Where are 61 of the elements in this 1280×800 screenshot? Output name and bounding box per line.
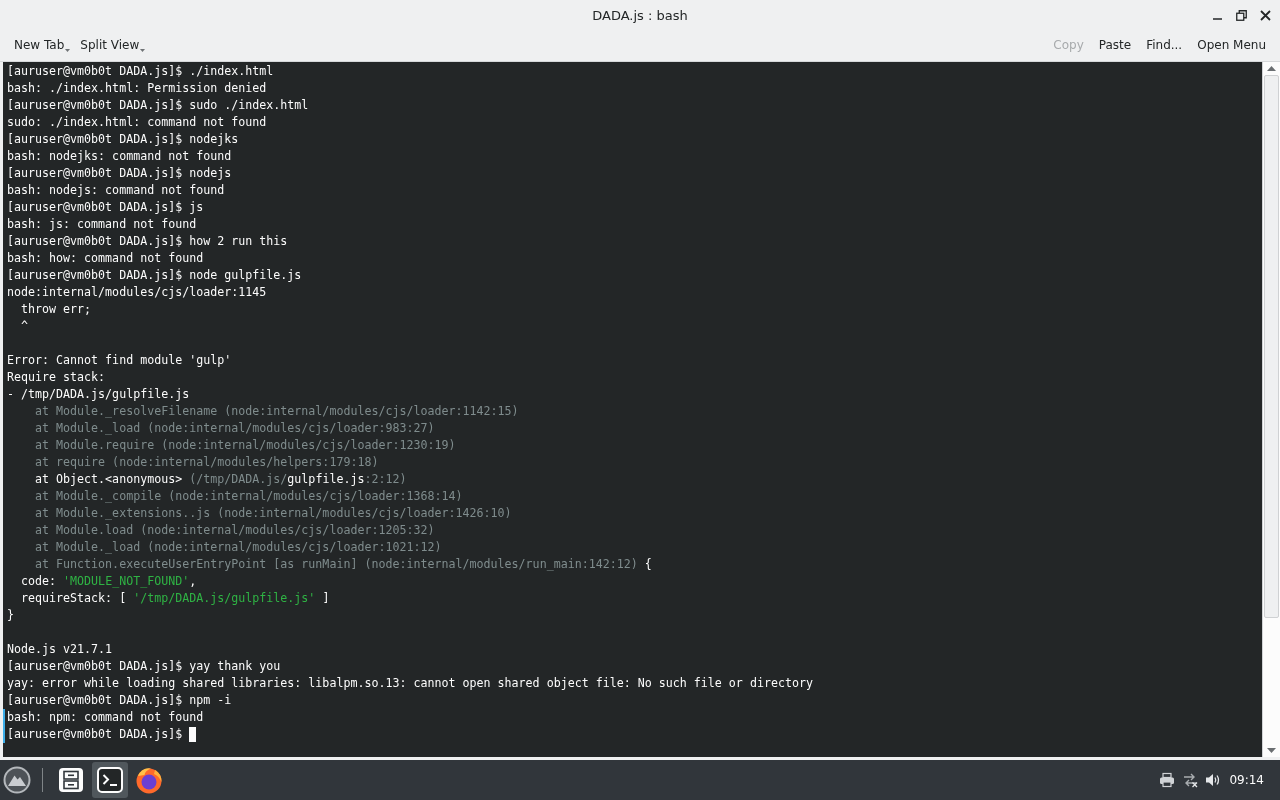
mountain-icon[interactable]: [3, 766, 31, 794]
printer-icon[interactable]: [1159, 772, 1176, 788]
scrollbar[interactable]: [1262, 62, 1280, 757]
terminal-line: [auruser@vm0b0t DADA.js]$ js: [7, 199, 204, 216]
toolbar-button[interactable]: Paste: [1094, 35, 1136, 56]
terminal-line: at Module.load (node:internal/modules/cjs/loader:1205:32): [34, 522, 435, 539]
toolbar-button[interactable]: New Tab: [10, 35, 75, 56]
terminal-line: sudo: ./index.html: command not found: [7, 114, 267, 131]
terminal-line: Error: Cannot find module 'gulp': [7, 352, 232, 369]
terminal-line: [auruser@vm0b0t DADA.js]$ nodejs: [7, 165, 232, 182]
scrollbar-thumb[interactable]: [1264, 75, 1279, 618]
toolbar-button[interactable]: Split View: [76, 35, 150, 56]
terminal-icon: [96, 766, 124, 794]
terminal-line: at Module.require (node:internal/modules/cjs/loader:1230:19): [34, 437, 456, 454]
margin-marker: [3, 709, 5, 743]
terminal-line: [auruser@vm0b0t DADA.js]$ npm -i: [7, 692, 232, 709]
clock[interactable]: 09:14: [1229, 773, 1264, 787]
terminal-line: Require stack:: [7, 369, 106, 386]
terminal-line: [auruser@vm0b0t DADA.js]$ nodejks: [7, 131, 239, 148]
terminal-line: bash: nodejs: command not found: [7, 182, 225, 199]
scroll-down-icon[interactable]: [1267, 748, 1276, 753]
terminal-line: bash: ./index.html: Permission denied: [7, 80, 267, 97]
toolbar-button[interactable]: Find...: [1142, 35, 1187, 56]
terminal-line: - /tmp/DADA.js/gulpfile.js: [7, 386, 190, 403]
terminal-line: [auruser@vm0b0t DADA.js]$ how 2 run this: [7, 233, 288, 250]
terminal-line: }: [7, 607, 14, 624]
toolbar-button[interactable]: Open Menu: [1193, 35, 1270, 56]
window-title: DADA.js : bash: [592, 7, 688, 23]
terminal-line: [auruser@vm0b0t DADA.js]$: [7, 726, 183, 743]
terminal-line: ^: [20, 318, 29, 335]
terminal-line: [auruser@vm0b0t DADA.js]$ node gulpfile.js: [7, 267, 302, 284]
terminal-line: at require (node:internal/modules/helpers:179:18): [34, 454, 379, 471]
terminal-line: [auruser@vm0b0t DADA.js]$ yay thank you: [7, 658, 281, 675]
terminal-line: at Module._resolveFilename (node:internal/modules/cjs/loader:1142:15): [34, 403, 519, 420]
terminal-line: at Module._load (node:internal/modules/cjs/loader:983:27): [34, 420, 435, 437]
terminal-line: Node.js v21.7.1: [7, 641, 113, 658]
terminal-line: at Module._load (node:internal/modules/cjs/loader:1021:12): [34, 539, 442, 556]
terminal-line: requireStack: [ '/tmp/DADA.js/gulpfile.js' ]: [20, 590, 330, 607]
terminal-line: node:internal/modules/cjs/loader:1145: [7, 284, 267, 301]
terminal-line: code: 'MODULE_NOT_FOUND',: [20, 573, 197, 590]
terminal-line: bash: nodejks: command not found: [7, 148, 232, 165]
terminal-line: bash: how: command not found: [7, 250, 204, 267]
terminal-line: at Object.<anonymous> (/tmp/DADA.js/gulpfile.js:2:12): [34, 471, 407, 488]
terminal-line: throw err;: [20, 301, 92, 318]
close-icon[interactable]: [1260, 9, 1271, 21]
terminal-line: [auruser@vm0b0t DADA.js]$ sudo ./index.html: [7, 97, 309, 114]
transfer-arrows-icon[interactable]: [1182, 772, 1199, 788]
terminal-line: at Module._extensions..js (node:internal/modules/cjs/loader:1426:10): [34, 505, 512, 522]
speaker-icon[interactable]: [1205, 772, 1222, 788]
terminal-panel[interactable]: [3, 62, 1262, 757]
terminal-line: at Function.executeUserEntryPoint [as runMain] (node:internal/modules/run_main:142:12) {: [34, 556, 652, 573]
cabinet-icon: [57, 766, 85, 794]
globe-icon: [135, 766, 163, 794]
terminal-line: [auruser@vm0b0t DADA.js]$ ./index.html: [7, 63, 274, 80]
restore-icon[interactable]: [1236, 9, 1247, 21]
terminal-line: bash: npm: command not found: [7, 709, 204, 726]
taskbar-button[interactable]: [92, 762, 128, 798]
terminal-line: bash: js: command not found: [7, 216, 197, 233]
terminal-line: yay: error while loading shared libraries: libalpm.so.13: cannot open shared object file: No such file or directory: [7, 675, 813, 692]
terminal-line: at Module._compile (node:internal/modules/cjs/loader:1368:14): [34, 488, 463, 505]
scroll-up-icon[interactable]: [1267, 66, 1276, 71]
